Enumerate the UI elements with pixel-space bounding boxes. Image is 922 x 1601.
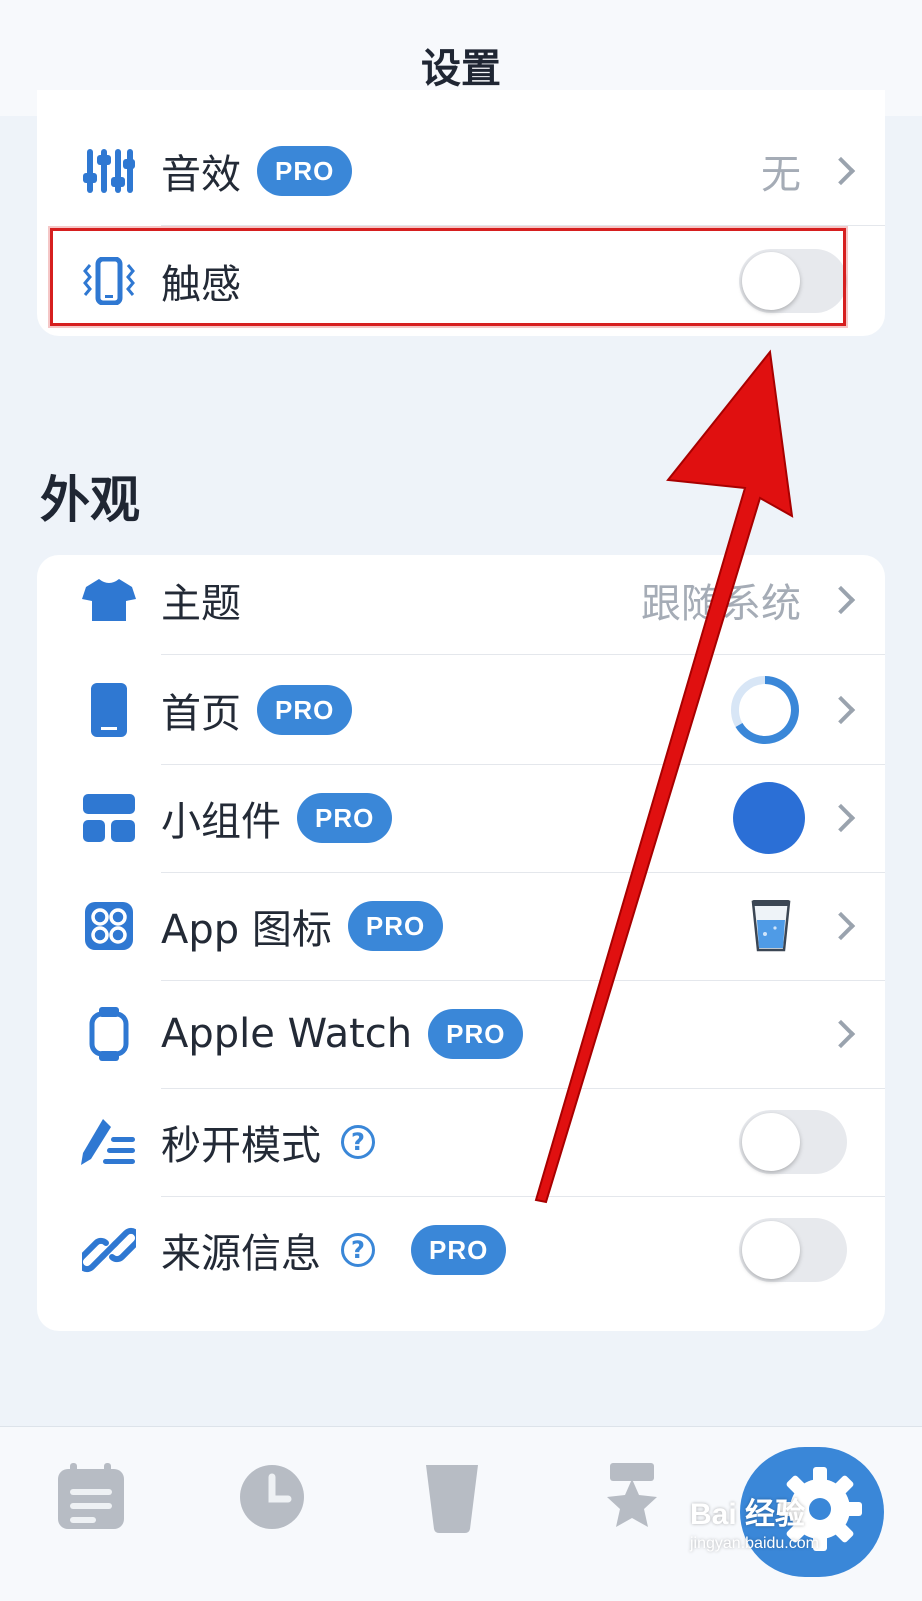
pro-badge: PRO [257,685,353,735]
app-grid-icon [81,898,137,954]
quick-open-label: 秒开模式 [161,1123,321,1169]
settings-row-apple-watch[interactable]: Apple Watch PRO [37,979,885,1089]
sound-label: 音效 [161,152,241,198]
ring-icon [729,674,801,746]
tab-calendar[interactable] [56,1463,136,1543]
appearance-card: 主题 跟随系统 首页 PRO 小组件 PRO App 图标 PRO Apple … [37,555,885,1331]
clock-icon [240,1465,304,1529]
widget-label: 小组件 [161,799,281,845]
tab-history[interactable] [238,1463,318,1543]
quick-pen-icon [81,1114,137,1170]
sound-value: 无 [761,152,801,198]
pro-badge: PRO [257,146,353,196]
section-title-appearance: 外观 [40,471,140,529]
water-glass-icon [749,898,793,954]
tshirt-icon [81,572,137,628]
settings-row-sound[interactable]: 音效 PRO 无 [37,116,885,226]
pro-badge: PRO [297,793,393,843]
tab-achievements[interactable] [602,1463,682,1543]
calendar-list-icon [58,1463,124,1529]
theme-label: 主题 [161,581,241,627]
link-icon [81,1222,137,1278]
help-icon[interactable]: ? [341,1125,375,1159]
blue-circle-icon [733,782,805,854]
cup-icon [426,1465,478,1533]
chevron-right-icon [826,911,856,941]
source-info-toggle[interactable] [739,1218,847,1282]
sliders-icon [81,143,137,199]
app-icon-label: App 图标 [161,907,332,953]
chevron-right-icon [826,156,856,186]
settings-row-app-icon[interactable]: App 图标 PRO [37,871,885,981]
tab-drinks[interactable] [424,1463,504,1543]
tab-bar: Bai 经验 jingyan.baidu.com [0,1426,922,1601]
source-info-label: 来源信息 [161,1231,321,1277]
settings-row-widget[interactable]: 小组件 PRO [37,763,885,873]
settings-row-source-info[interactable]: 来源信息 ? PRO [37,1195,885,1305]
watch-icon [81,1006,137,1062]
pro-badge: PRO [428,1009,524,1059]
highlight-box [50,228,846,326]
pro-badge: PRO [347,901,444,951]
pro-badge: PRO [411,1225,507,1275]
watermark-brand: Bai 经验 [690,1498,806,1531]
baidu-watermark: Bai 经验 jingyan.baidu.com [690,1489,819,1553]
settings-row-quick-open[interactable]: 秒开模式 ? [37,1087,885,1197]
chevron-right-icon [826,695,856,725]
toggle-knob [742,1221,800,1279]
settings-row-theme[interactable]: 主题 跟随系统 [37,555,885,655]
help-icon[interactable]: ? [341,1233,375,1267]
settings-row-home[interactable]: 首页 PRO [37,655,885,765]
chevron-right-icon [826,1019,856,1049]
toggle-knob [742,1113,800,1171]
widget-icon [81,790,137,846]
page-title: 设置 [421,46,501,92]
chevron-right-icon [826,585,856,615]
watermark-url: jingyan.baidu.com [690,1535,819,1552]
chevron-right-icon [826,803,856,833]
home-label: 首页 [161,691,241,737]
quick-open-toggle[interactable] [739,1110,847,1174]
star-badge-icon [607,1463,657,1527]
phone-icon [81,682,137,738]
apple-watch-label: Apple Watch [161,1011,413,1057]
theme-value: 跟随系统 [641,581,801,627]
